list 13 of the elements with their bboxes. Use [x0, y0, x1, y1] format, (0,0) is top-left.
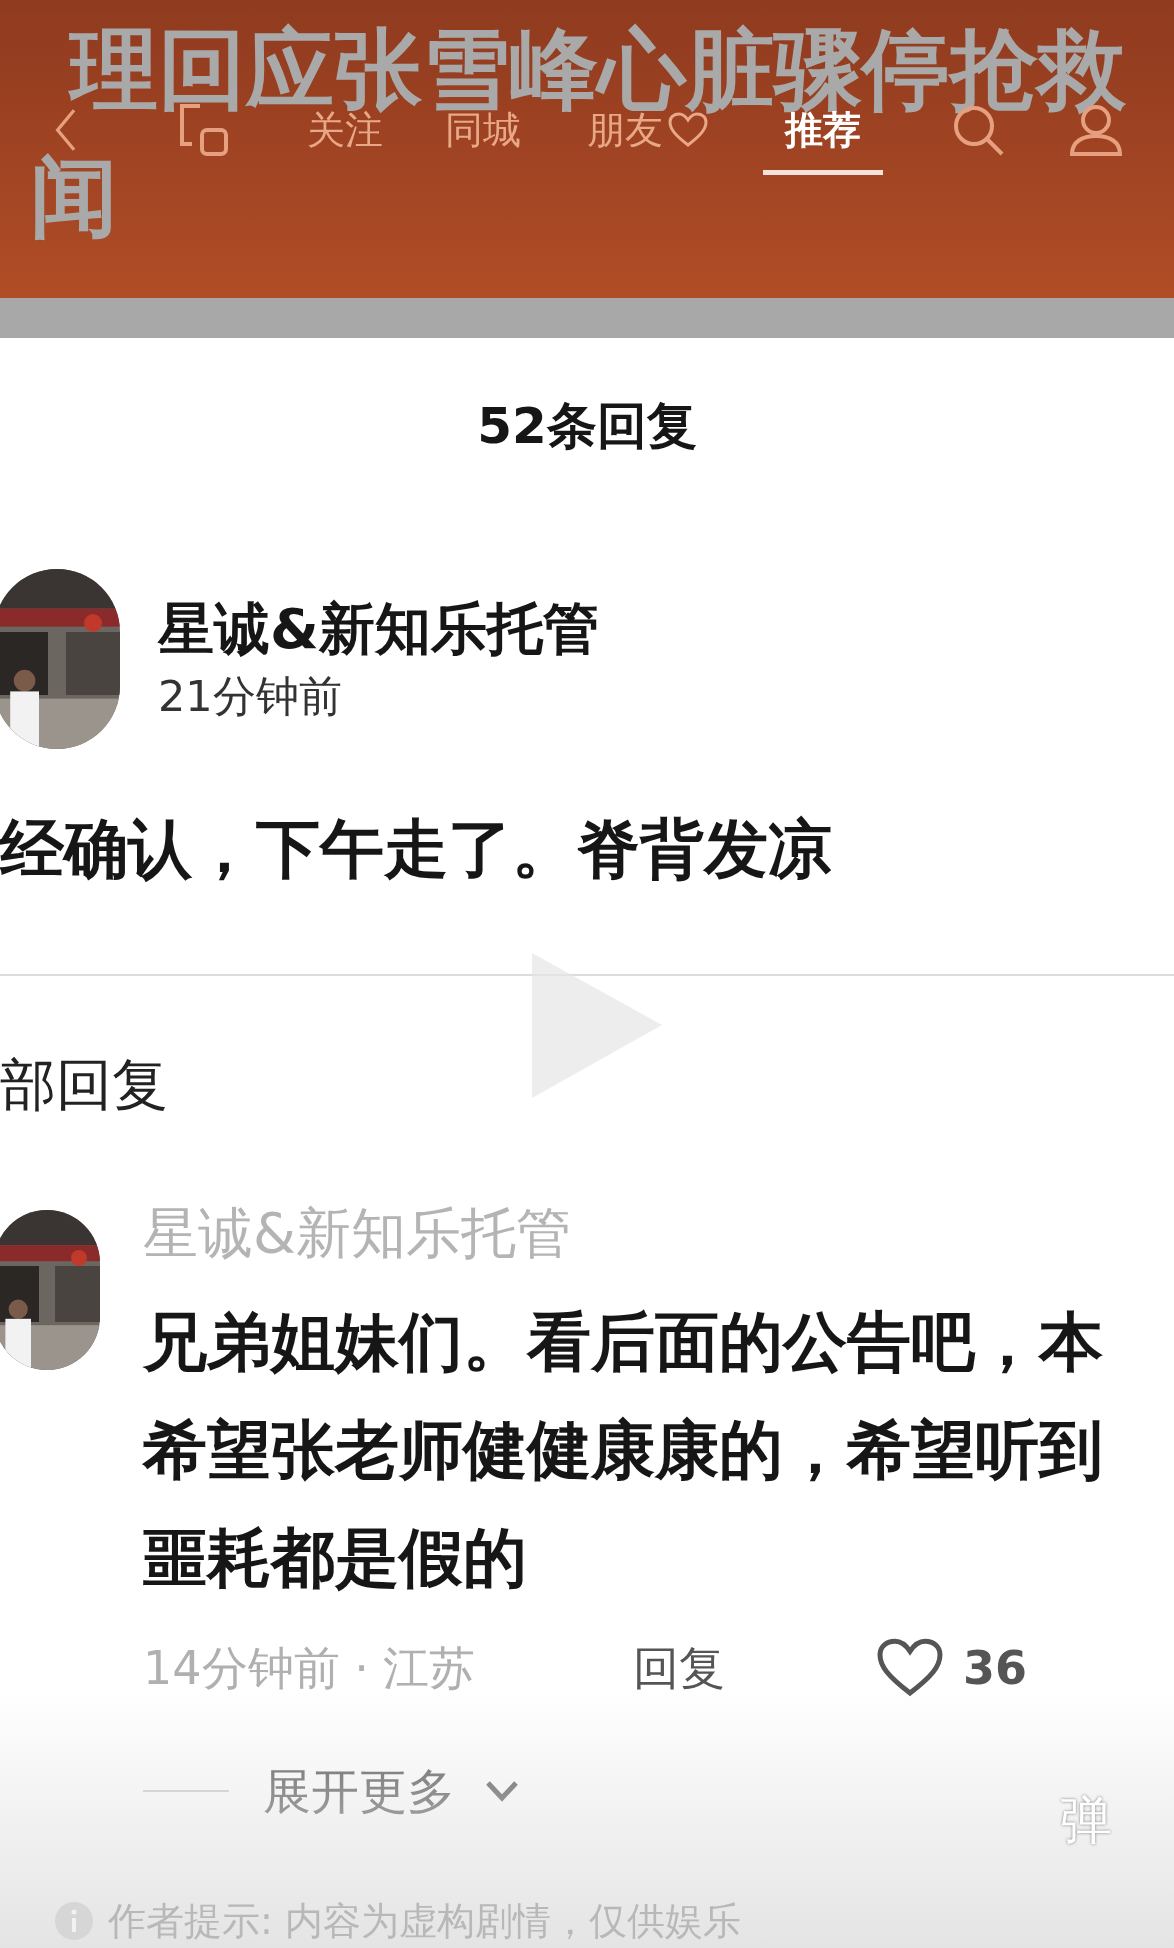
reply-author[interactable]: 星诚&新知乐托管 [143, 1198, 1103, 1268]
chevron-down-icon [485, 1780, 519, 1802]
danmaku-button[interactable]: 弹 [1060, 1790, 1112, 1850]
info-icon [54, 1901, 94, 1941]
section-label: 部回复 [0, 1051, 169, 1119]
reply-text: 兄弟姐妹们。看后面的公告吧，本 希望张老师健健康康的，希望听到 噩耗都是假的 [143, 1304, 1103, 1597]
expand-more-button[interactable]: 展开更多 [263, 1755, 519, 1827]
like-count: 36 [963, 1639, 1027, 1697]
comment-time: 21分钟前 [158, 670, 343, 723]
reply-button[interactable]: 回复 [633, 1633, 725, 1703]
comment-author[interactable]: 星诚&新知乐托管 [158, 595, 599, 663]
reply-meta: 14分钟前 · 江苏 [143, 1639, 477, 1697]
reply-count-title: 52条回复 [476, 395, 698, 457]
